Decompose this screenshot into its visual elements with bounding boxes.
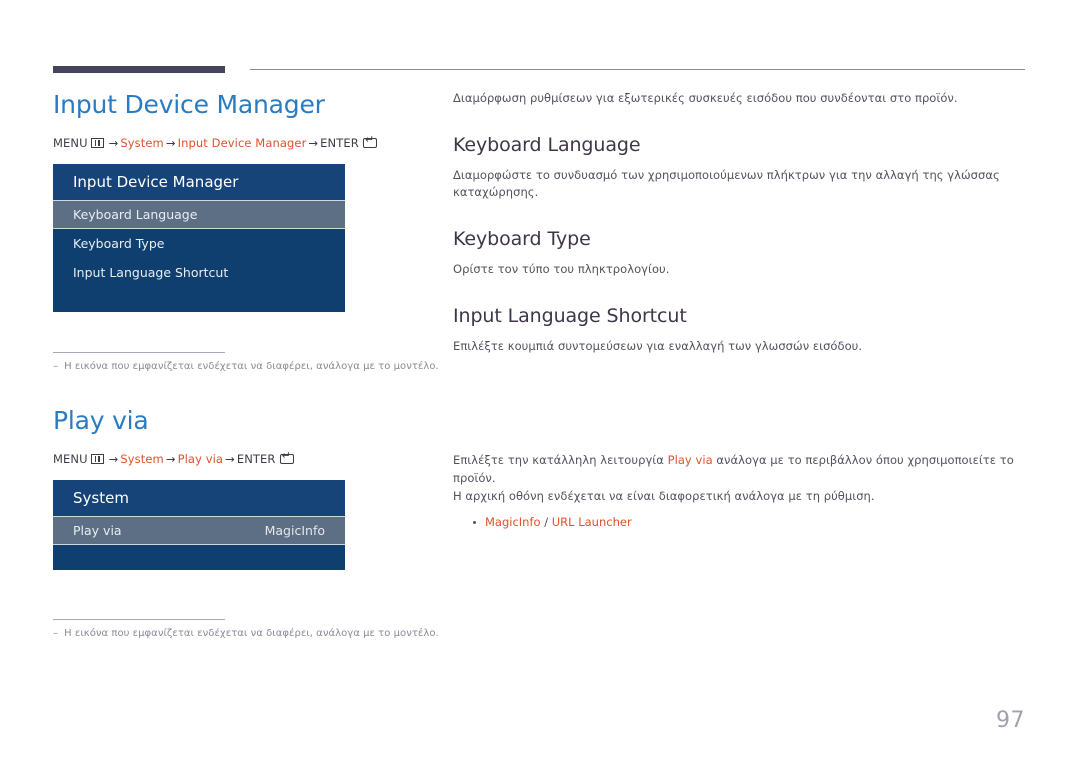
osd-row-input-language-shortcut[interactable]: Input Language Shortcut bbox=[53, 258, 345, 287]
osd-row-value: MagicInfo bbox=[264, 523, 325, 538]
option-separator: / bbox=[544, 514, 549, 529]
osd-row-label: Keyboard Type bbox=[73, 236, 165, 251]
osd-row-label: Input Language Shortcut bbox=[73, 265, 229, 280]
footnote-rule bbox=[53, 619, 225, 620]
play-via-paragraph-2: Η αρχική οθόνη ενδέχεται να είναι διαφορ… bbox=[453, 488, 875, 503]
option-url-launcher: URL Launcher bbox=[551, 514, 632, 529]
header-rule bbox=[250, 69, 1025, 70]
option-magicinfo: MagicInfo bbox=[485, 514, 541, 529]
osd-row-label: Keyboard Language bbox=[73, 207, 198, 222]
enter-key-icon bbox=[279, 450, 294, 464]
section-play-via: Play via MENU→System→Play via→ENTER Syst… bbox=[53, 406, 433, 570]
section-input-device-manager: Input Device Manager MENU → System → Input D… bbox=[53, 90, 433, 312]
play-via-accent-term: Play via bbox=[667, 453, 713, 468]
footnote-rule bbox=[53, 352, 225, 353]
footnote-dash: – bbox=[53, 361, 59, 372]
osd-row-keyboard-language[interactable]: Keyboard Language bbox=[53, 200, 345, 229]
play-via-text-part1: Επιλέξτε την κατάλληλη λειτουργία bbox=[453, 453, 664, 468]
menu-path-arrow: → bbox=[308, 136, 319, 150]
left-column: Input Device Manager MENU → System → Input D… bbox=[53, 90, 433, 570]
menu-grid-icon bbox=[90, 454, 104, 464]
osd-row-keyboard-type[interactable]: Keyboard Type bbox=[53, 229, 345, 258]
footnote-line: – Η εικόνα που εμφανίζεται ενδέχεται να δ… bbox=[53, 628, 453, 639]
menu-path-arrow: → bbox=[108, 452, 119, 466]
footnote-line: – Η εικόνα που εμφανίζεται ενδέχεται να δ… bbox=[53, 361, 453, 372]
menu-path-input-device-manager: MENU → System → Input Device Manager → ENTER bbox=[53, 134, 433, 150]
osd-empty-area bbox=[53, 287, 345, 312]
menu-path-arrow: → bbox=[165, 136, 176, 150]
page-root: { "colors": { "accent_blue": "#2a7bc0", … bbox=[0, 0, 1080, 763]
play-via-options-list: MagicInfo / URL Launcher bbox=[453, 514, 1028, 532]
subsection-text-keyboard-language: Διαμορφώστε το συνδυασμό των χρησιμοποιο… bbox=[453, 167, 1000, 200]
osd-title: System bbox=[53, 480, 345, 516]
page-title-input-device-manager: Input Device Manager bbox=[53, 90, 325, 119]
menu-path-arrow: → bbox=[225, 452, 235, 466]
subsection-text-keyboard-type: Ορίστε τον τύπο του πληκτρολογίου. bbox=[453, 261, 670, 276]
osd-row-play-via[interactable]: Play via MagicInfo bbox=[53, 516, 345, 545]
enter-key-icon bbox=[362, 134, 377, 148]
menu-grid-icon bbox=[90, 138, 104, 148]
intro-paragraph: Διαμόρφωση ρυθμίσεων για εξωτερικές συσκ… bbox=[453, 91, 958, 105]
menu-path-enter-label: ENTER bbox=[320, 136, 359, 150]
menu-path-enter-label: ENTER bbox=[236, 452, 276, 466]
right-column: Διαμόρφωση ρυθμίσεων για εξωτερικές συσκ… bbox=[453, 90, 1028, 532]
menu-path-item-input-device-manager: Input Device Manager bbox=[177, 136, 307, 150]
menu-path-menu-label: MENU bbox=[53, 136, 88, 150]
menu-path-play-via: MENU → System → Play via → ENTER bbox=[53, 450, 433, 466]
header-accent-bar bbox=[53, 66, 225, 73]
page-title-play-via: Play via bbox=[53, 406, 149, 435]
menu-path-item-play-via: Play via bbox=[177, 452, 224, 466]
footnote-play-via: – Η εικόνα που εμφανίζεται ενδέχεται να δ… bbox=[53, 619, 453, 639]
osd-title: Input Device Manager bbox=[53, 164, 345, 200]
footnote-text: Η εικόνα που εμφανίζεται ενδέχεται να δι… bbox=[64, 361, 439, 372]
osd-menu-system: System Play via MagicInfo bbox=[53, 480, 345, 570]
osd-empty-area bbox=[53, 545, 345, 570]
osd-menu-input-device-manager: Input Device Manager Keyboard Language K… bbox=[53, 164, 345, 312]
subsection-heading-keyboard-language: Keyboard Language bbox=[453, 133, 641, 156]
list-item-play-via-options: MagicInfo / URL Launcher bbox=[473, 514, 1028, 532]
footnote-input-device-manager: – Η εικόνα που εμφανίζεται ενδέχεται να δ… bbox=[53, 352, 453, 372]
menu-path-menu-label: MENU bbox=[53, 452, 88, 466]
menu-path-arrow: → bbox=[108, 136, 119, 150]
menu-path-item-system: System bbox=[120, 136, 164, 150]
osd-row-label: Play via bbox=[73, 523, 122, 538]
play-via-paragraph-1: Επιλέξτε την κατάλληλη λειτουργία Play v… bbox=[453, 452, 1028, 488]
footnote-text: Η εικόνα που εμφανίζεται ενδέχεται να δι… bbox=[64, 628, 439, 639]
footnote-dash: – bbox=[53, 628, 59, 639]
subsection-heading-keyboard-type: Keyboard Type bbox=[453, 228, 591, 251]
menu-path-item-system: System bbox=[120, 452, 164, 466]
page-number: 97 bbox=[996, 708, 1025, 733]
subsection-heading-input-language-shortcut: Input Language Shortcut bbox=[453, 304, 687, 327]
menu-path-arrow: → bbox=[165, 452, 176, 466]
subsection-text-input-language-shortcut: Επιλέξτε κουμπιά συντομεύσεων για εναλλα… bbox=[453, 338, 863, 353]
